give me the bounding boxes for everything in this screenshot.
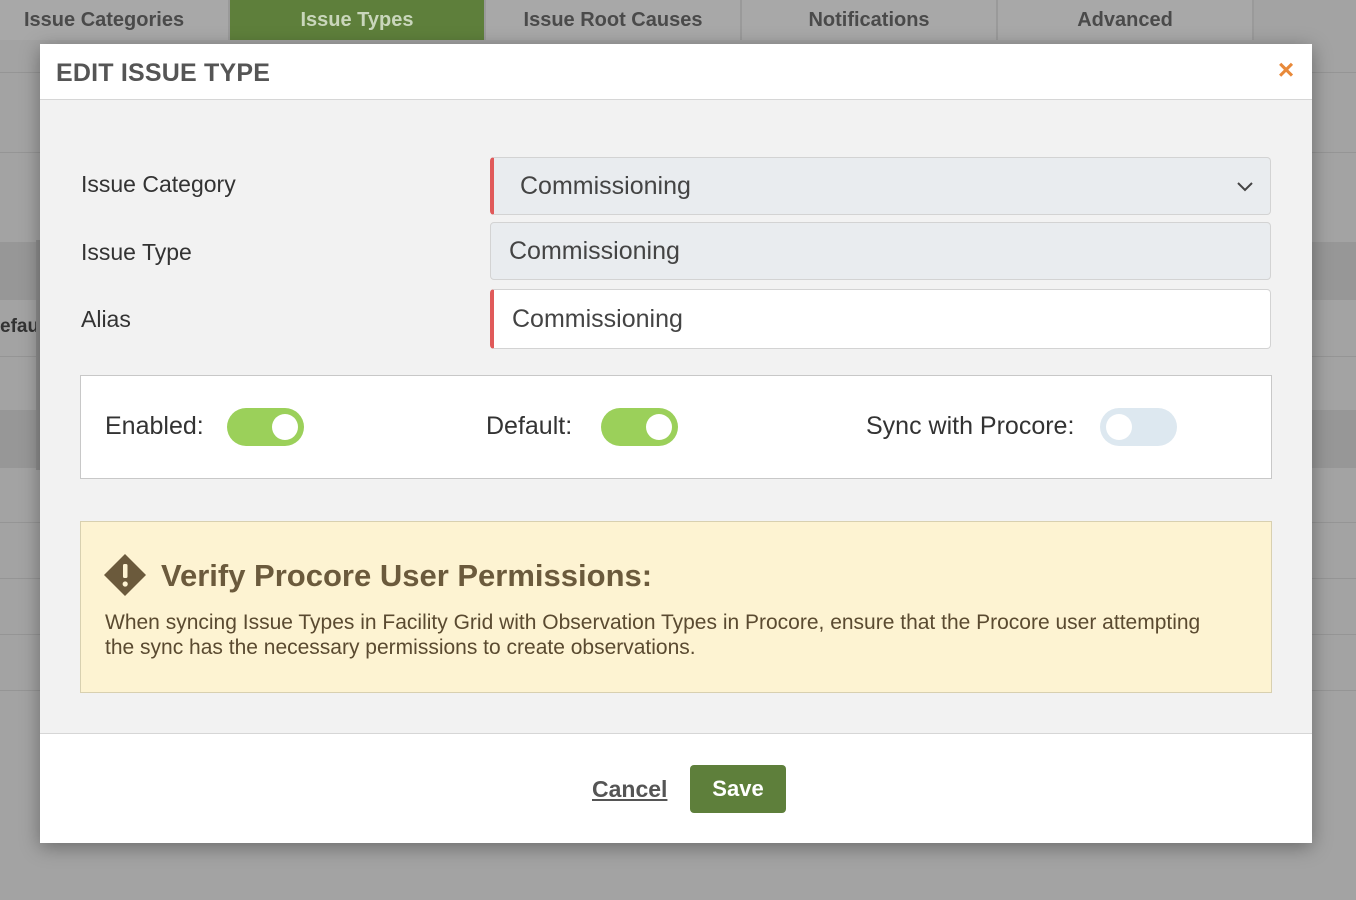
sync-procore-toggle[interactable]: [1100, 408, 1177, 446]
issue-type-label: Issue Type: [81, 239, 192, 265]
toggle-knob: [272, 414, 298, 440]
tab-issue-types[interactable]: Issue Types: [230, 0, 486, 40]
settings-tabs: Issue Categories Issue Types Issue Root …: [0, 0, 1254, 40]
procore-permissions-warning: Verify Procore User Permissions: When sy…: [80, 521, 1272, 693]
toggle-knob: [646, 414, 672, 440]
warning-body: When syncing Issue Types in Facility Gri…: [105, 611, 1201, 659]
toggle-knob: [1106, 414, 1132, 440]
default-toggle[interactable]: [601, 408, 678, 446]
modal-title: EDIT ISSUE TYPE: [56, 59, 271, 87]
tab-issue-root-causes[interactable]: Issue Root Causes: [486, 0, 742, 40]
modal-footer: Cancel Save: [40, 733, 1312, 843]
chevron-down-icon: [1237, 182, 1253, 192]
issue-category-label: Issue Category: [81, 171, 236, 197]
default-label: Default:: [486, 412, 573, 440]
tab-advanced[interactable]: Advanced: [998, 0, 1254, 40]
warning-diamond-icon: [104, 554, 146, 596]
close-icon[interactable]: ×: [1274, 56, 1298, 84]
alias-label: Alias: [81, 306, 131, 332]
sync-procore-label: Sync with Procore:: [866, 412, 1075, 440]
modal-header: EDIT ISSUE TYPE ×: [40, 44, 1312, 100]
issue-category-select[interactable]: Commissioning: [490, 157, 1271, 215]
toggle-panel: Enabled: Default: Sync with Procore:: [80, 375, 1272, 479]
edit-issue-type-modal: EDIT ISSUE TYPE × Issue Category Commiss…: [40, 44, 1312, 843]
warning-title: Verify Procore User Permissions:: [161, 558, 653, 593]
issue-type-value: Commissioning: [509, 236, 680, 265]
enabled-label: Enabled:: [105, 412, 204, 440]
enabled-toggle[interactable]: [227, 408, 304, 446]
tab-issue-categories[interactable]: Issue Categories: [0, 0, 230, 40]
tab-notifications[interactable]: Notifications: [742, 0, 998, 40]
cancel-button[interactable]: Cancel: [592, 776, 667, 803]
issue-type-field: Commissioning: [490, 222, 1271, 280]
issue-category-value: Commissioning: [520, 171, 691, 200]
save-button[interactable]: Save: [690, 765, 786, 813]
alias-input[interactable]: Commissioning: [490, 289, 1271, 349]
alias-value: Commissioning: [512, 304, 683, 333]
